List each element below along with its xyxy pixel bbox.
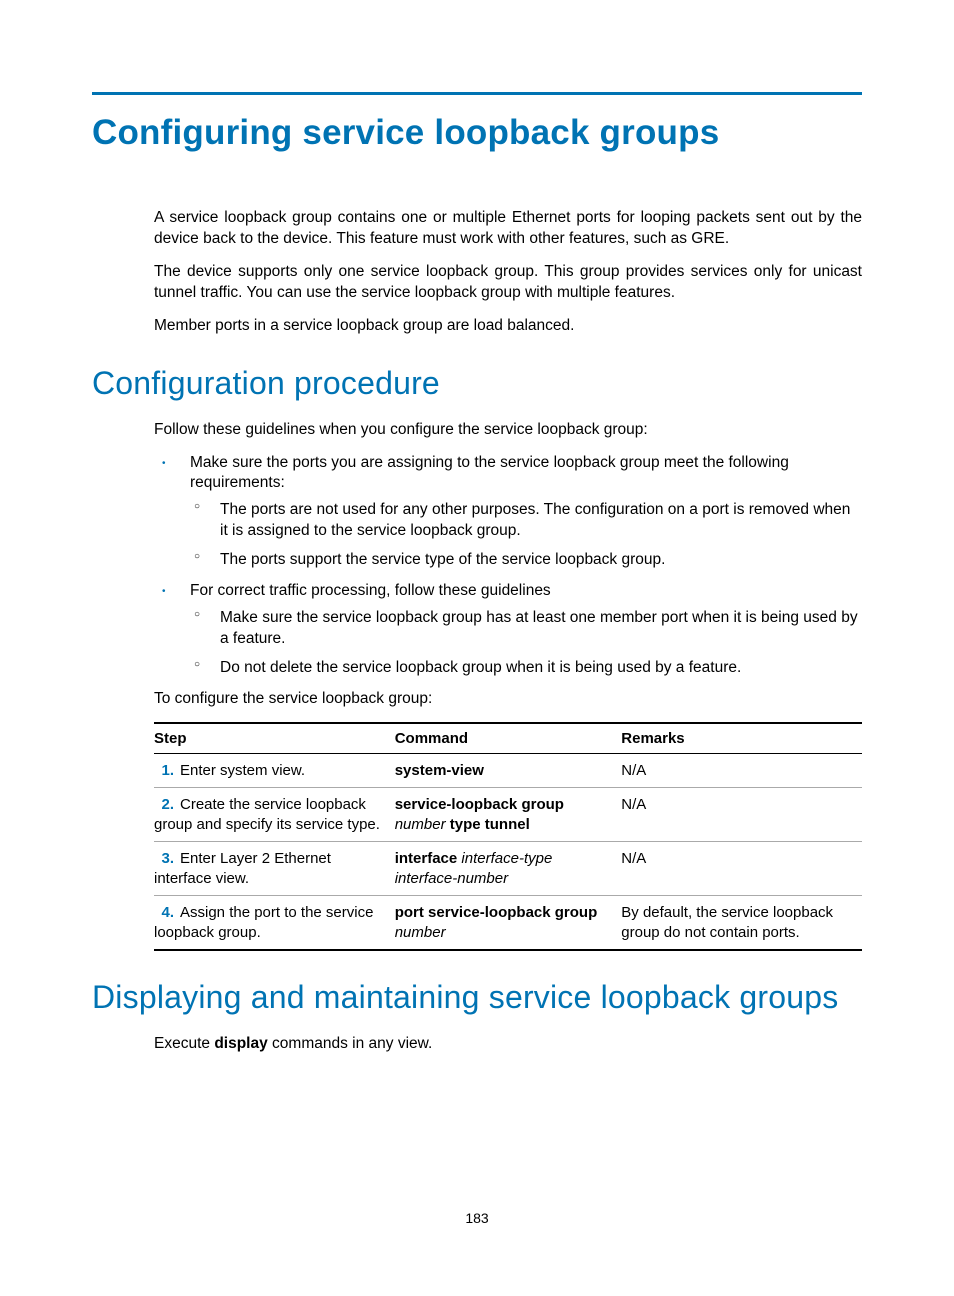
step-number: 4.: [154, 903, 180, 923]
section-config-procedure: Configuration procedure: [92, 365, 862, 402]
section-displaying: Displaying and maintaining service loopb…: [92, 979, 862, 1016]
table-row: 2.Create the service loopback group and …: [154, 788, 862, 842]
table-row: 3.Enter Layer 2 Ethernet interface view.…: [154, 842, 862, 896]
th-command: Command: [395, 723, 622, 754]
guideline-subitem: The ports support the service type of th…: [190, 550, 862, 571]
page-number: 183: [0, 1210, 954, 1226]
guideline-text: Make sure the ports you are assigning to…: [190, 454, 789, 492]
page: Configuring service loopback groups A se…: [0, 0, 954, 1296]
guideline-subitem: Make sure the service loopback group has…: [190, 608, 862, 650]
step-text: Create the service loopback group and sp…: [154, 796, 380, 833]
step-text: Assign the port to the service loopback …: [154, 904, 373, 941]
intro-p2: The device supports only one service loo…: [154, 262, 862, 304]
guideline-text: For correct traffic processing, follow t…: [190, 582, 551, 599]
cell-step: 2.Create the service loopback group and …: [154, 788, 395, 842]
top-rule: [92, 92, 862, 95]
cmd-bold: system-view: [395, 762, 484, 779]
guideline-item: Make sure the ports you are assigning to…: [154, 453, 862, 572]
guideline-sublist: Make sure the service loopback group has…: [190, 608, 862, 679]
step-number: 1.: [154, 761, 180, 781]
cmd-italic: number: [395, 924, 446, 941]
cmd-bold: service-loopback group: [395, 796, 564, 813]
table-header-row: Step Command Remarks: [154, 723, 862, 754]
th-remarks: Remarks: [621, 723, 862, 754]
guideline-item: For correct traffic processing, follow t…: [154, 581, 862, 679]
cmd-bold: type tunnel: [450, 816, 530, 833]
table-row: 4.Assign the port to the service loopbac…: [154, 896, 862, 951]
cell-step: 3.Enter Layer 2 Ethernet interface view.: [154, 842, 395, 896]
cmd-italic: number: [395, 816, 450, 833]
th-step: Step: [154, 723, 395, 754]
cell-step: 4.Assign the port to the service loopbac…: [154, 896, 395, 951]
intro-p1: A service loopback group contains one or…: [154, 208, 862, 250]
intro-block: A service loopback group contains one or…: [154, 208, 862, 337]
display-p: Execute display commands in any view.: [154, 1034, 862, 1055]
text-bold: display: [214, 1035, 267, 1052]
cell-remarks: By default, the service loopback group d…: [621, 896, 862, 951]
proc-lead: Follow these guidelines when you configu…: [154, 420, 862, 441]
intro-p3: Member ports in a service loopback group…: [154, 316, 862, 337]
procedure-table: Step Command Remarks 1.Enter system view…: [154, 722, 862, 952]
guideline-list: Make sure the ports you are assigning to…: [154, 453, 862, 679]
step-number: 2.: [154, 795, 180, 815]
cmd-bold: interface: [395, 850, 458, 867]
cell-command: system-view: [395, 753, 622, 788]
cell-remarks: N/A: [621, 788, 862, 842]
table-lead: To configure the service loopback group:: [154, 689, 862, 710]
cell-command: service-loopback group number type tunne…: [395, 788, 622, 842]
guideline-sublist: The ports are not used for any other pur…: [190, 500, 862, 571]
guideline-subitem: The ports are not used for any other pur…: [190, 500, 862, 542]
step-text: Enter system view.: [180, 762, 305, 779]
text: commands in any view.: [268, 1035, 433, 1052]
page-title: Configuring service loopback groups: [92, 113, 862, 153]
guideline-subitem: Do not delete the service loopback group…: [190, 658, 862, 679]
step-number: 3.: [154, 849, 180, 869]
cmd-bold: port service-loopback group: [395, 904, 598, 921]
cell-remarks: N/A: [621, 842, 862, 896]
table-row: 1.Enter system view. system-view N/A: [154, 753, 862, 788]
text: Execute: [154, 1035, 214, 1052]
step-text: Enter Layer 2 Ethernet interface view.: [154, 850, 331, 887]
cell-command: port service-loopback group number: [395, 896, 622, 951]
cell-remarks: N/A: [621, 753, 862, 788]
procedure-block: Follow these guidelines when you configu…: [154, 420, 862, 952]
cell-command: interface interface-type interface-numbe…: [395, 842, 622, 896]
display-block: Execute display commands in any view.: [154, 1034, 862, 1055]
cell-step: 1.Enter system view.: [154, 753, 395, 788]
